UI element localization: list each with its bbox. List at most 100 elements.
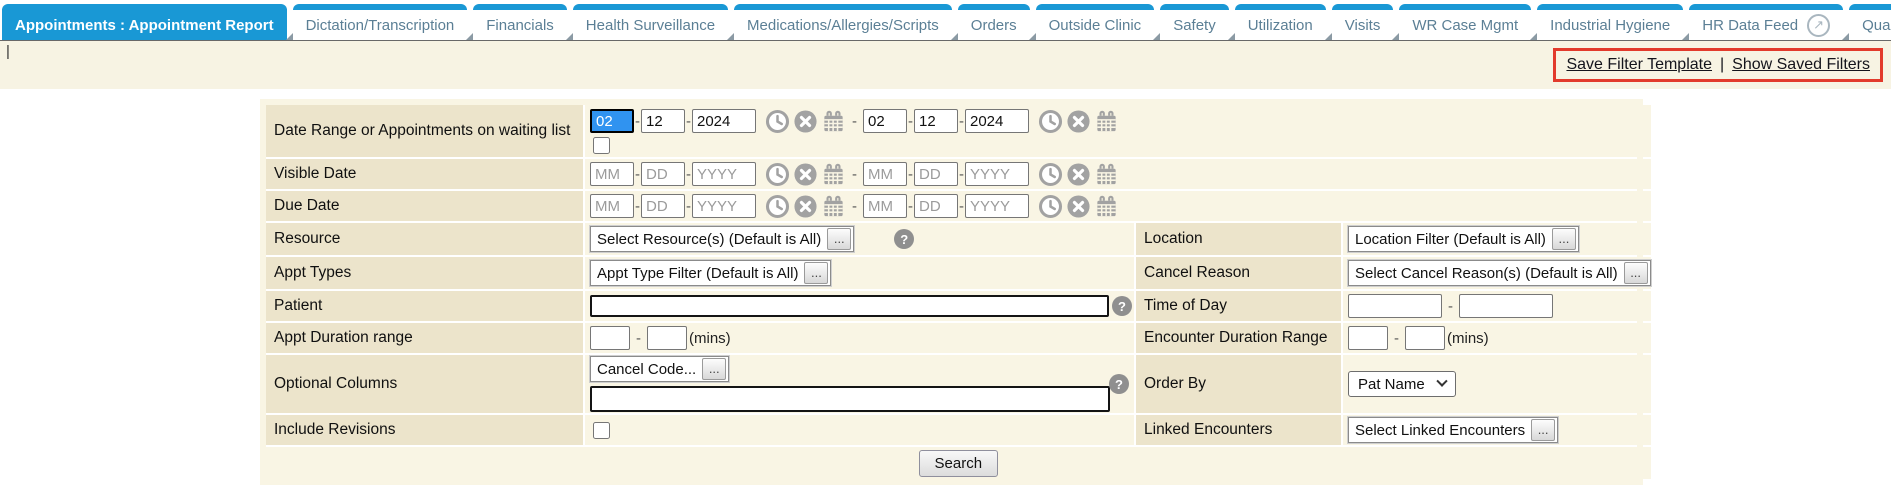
date-from-day-input[interactable] (641, 109, 685, 133)
due-from-month-input[interactable] (590, 194, 634, 218)
resource-browse-button[interactable]: ... (827, 228, 851, 250)
visible-from-day-input[interactable] (641, 162, 685, 186)
visible-to-day-input[interactable] (914, 162, 958, 186)
waiting-list-checkbox[interactable] (593, 137, 610, 154)
tab-industrial-hygiene[interactable]: Industrial Hygiene (1537, 4, 1683, 40)
encounter-duration-max-input[interactable] (1405, 326, 1445, 350)
calendar-icon[interactable] (1094, 162, 1119, 187)
external-link-icon[interactable]: ↗ (1807, 14, 1830, 37)
date-separator: - (635, 198, 640, 215)
date-from-year-input[interactable] (692, 109, 756, 133)
due-from-year-input[interactable] (692, 194, 756, 218)
tab-financials[interactable]: Financials (473, 4, 567, 40)
appt-types-cell: Appt Type Filter (Default is All) ... (585, 257, 1134, 289)
linked-encounters-label: Linked Encounters (1136, 415, 1341, 445)
clock-icon[interactable] (765, 109, 790, 134)
appt-duration-max-input[interactable] (647, 326, 687, 350)
visible-date-cell: - - - - - (585, 159, 1651, 189)
link-divider: | (1720, 56, 1724, 74)
appt-duration-cell: - (mins) (585, 323, 1134, 353)
encounter-duration-units: (mins) (1447, 330, 1489, 347)
clear-icon[interactable] (793, 162, 818, 187)
visible-to-year-input[interactable] (965, 162, 1029, 186)
order-by-select[interactable]: Pat Name (1348, 371, 1456, 397)
patient-cell: ? (585, 291, 1134, 321)
clock-icon[interactable] (1038, 109, 1063, 134)
save-filter-template-link[interactable]: Save Filter Template (1566, 56, 1712, 74)
date-to-day-input[interactable] (914, 109, 958, 133)
appt-duration-min-input[interactable] (590, 326, 630, 350)
appt-type-browse-button[interactable]: ... (804, 262, 828, 284)
tab-hr-data-feed[interactable]: HR Data Feed ↗ (1689, 4, 1843, 40)
clock-icon[interactable] (765, 162, 790, 187)
calendar-icon[interactable] (1094, 109, 1119, 134)
due-to-year-input[interactable] (965, 194, 1029, 218)
tab-appointments-appointment-report[interactable]: Appointments : Appointment Report (2, 4, 287, 40)
clear-icon[interactable] (793, 109, 818, 134)
calendar-icon[interactable] (821, 162, 846, 187)
date-separator: - (686, 166, 691, 183)
cancel-reason-browse-button[interactable]: ... (1624, 262, 1648, 284)
range-separator: - (1448, 298, 1453, 315)
tab-safety[interactable]: Safety (1160, 4, 1229, 40)
location-label: Location (1136, 223, 1341, 255)
linked-encounters-browse-button[interactable]: ... (1531, 419, 1555, 441)
tab-dictation-transcription[interactable]: Dictation/Transcription (293, 4, 468, 40)
optional-columns-input[interactable] (590, 386, 1110, 412)
clear-icon[interactable] (1066, 162, 1091, 187)
due-to-month-input[interactable] (863, 194, 907, 218)
clear-icon[interactable] (1066, 109, 1091, 134)
patient-input[interactable] (590, 295, 1109, 317)
time-of-day-end-input[interactable] (1459, 294, 1553, 318)
clear-icon[interactable] (1066, 194, 1091, 219)
tab-medications-allergies-scripts[interactable]: Medications/Allergies/Scripts (734, 4, 952, 40)
calendar-icon[interactable] (821, 194, 846, 219)
linked-encounters-picker[interactable]: Select Linked Encounters ... (1348, 417, 1558, 443)
range-separator: - (852, 198, 857, 215)
date-to-month-input[interactable] (863, 109, 907, 133)
calendar-icon[interactable] (821, 109, 846, 134)
clock-icon[interactable] (1038, 194, 1063, 219)
date-separator: - (635, 113, 640, 130)
visible-from-month-input[interactable] (590, 162, 634, 186)
optional-columns-browse-button[interactable]: ... (702, 358, 726, 380)
sub-header-strip: | Save Filter Template | Show Saved Filt… (0, 40, 1891, 89)
show-saved-filters-link[interactable]: Show Saved Filters (1732, 56, 1870, 74)
visible-date-label: Visible Date (266, 159, 583, 189)
tab-orders[interactable]: Orders (958, 4, 1030, 40)
tab-health-surveillance[interactable]: Health Surveillance (573, 4, 728, 40)
tab-utilization[interactable]: Utilization (1235, 4, 1326, 40)
encounter-duration-min-input[interactable] (1348, 326, 1388, 350)
optional-columns-label: Optional Columns (266, 355, 583, 413)
tab-quality-of-care[interactable]: Quality of Care (1849, 4, 1891, 40)
tab-wr-case-mgmt[interactable]: WR Case Mgmt (1399, 4, 1531, 40)
location-picker[interactable]: Location Filter (Default is All) ... (1348, 226, 1579, 252)
date-separator: - (959, 113, 964, 130)
calendar-icon[interactable] (1094, 194, 1119, 219)
range-separator: - (852, 166, 857, 183)
location-browse-button[interactable]: ... (1552, 228, 1576, 250)
optional-columns-picker[interactable]: Cancel Code... ... (590, 356, 729, 382)
clock-icon[interactable] (1038, 162, 1063, 187)
date-separator: - (908, 166, 913, 183)
time-of-day-start-input[interactable] (1348, 294, 1442, 318)
date-separator: - (908, 198, 913, 215)
due-from-day-input[interactable] (641, 194, 685, 218)
date-from-month-input[interactable] (590, 109, 634, 133)
search-button[interactable]: Search (919, 450, 999, 477)
date-separator: - (686, 198, 691, 215)
clear-icon[interactable] (793, 194, 818, 219)
appt-type-picker[interactable]: Appt Type Filter (Default is All) ... (590, 260, 831, 286)
date-separator: - (959, 198, 964, 215)
tab-visits[interactable]: Visits (1332, 4, 1394, 40)
due-to-day-input[interactable] (914, 194, 958, 218)
date-separator: - (635, 166, 640, 183)
tab-outside-clinic[interactable]: Outside Clinic (1036, 4, 1155, 40)
include-revisions-checkbox[interactable] (593, 422, 610, 439)
date-to-year-input[interactable] (965, 109, 1029, 133)
visible-to-month-input[interactable] (863, 162, 907, 186)
resource-picker[interactable]: Select Resource(s) (Default is All) ... (590, 226, 854, 252)
cancel-reason-picker[interactable]: Select Cancel Reason(s) (Default is All)… (1348, 260, 1651, 286)
clock-icon[interactable] (765, 194, 790, 219)
visible-from-year-input[interactable] (692, 162, 756, 186)
